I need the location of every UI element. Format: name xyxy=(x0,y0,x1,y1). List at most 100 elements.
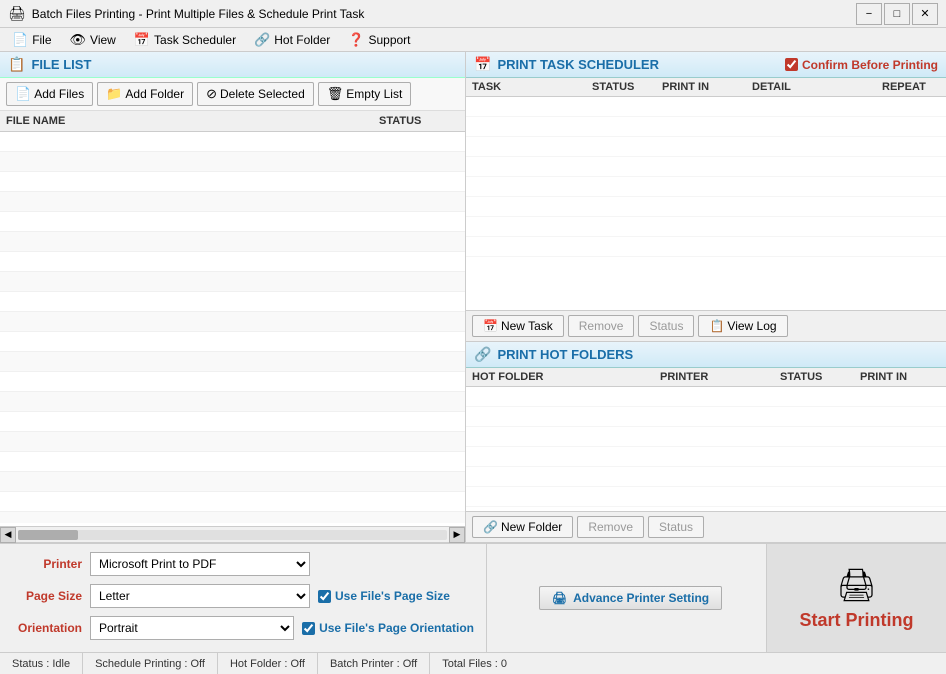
start-printing-button[interactable]: 🖨 Start Printing xyxy=(775,550,937,647)
status-bar: Status : Idle Schedule Printing : Off Ho… xyxy=(0,652,946,674)
new-folder-button[interactable]: 🔗 New Folder xyxy=(472,516,573,538)
advance-printer-setting-button[interactable]: 🖨 Advance Printer Setting xyxy=(539,586,722,610)
hot-folder-menu-icon: 🔗 xyxy=(254,32,270,48)
settings-form: Printer Microsoft Print to PDF Page Size… xyxy=(0,544,486,652)
start-print-area: 🖨 Start Printing xyxy=(766,544,946,652)
hf-status-col-header: STATUS xyxy=(780,371,860,383)
scroll-left-arrow[interactable]: ◀ xyxy=(0,527,16,543)
table-row xyxy=(466,157,946,177)
repeat-col-header: REPEAT xyxy=(882,81,940,93)
table-row xyxy=(0,272,465,292)
table-row xyxy=(0,472,465,492)
delete-selected-label: Delete Selected xyxy=(220,87,305,101)
window-controls: − □ ✕ xyxy=(856,3,938,25)
hf-print-in-col-header: PRINT IN xyxy=(860,371,940,383)
add-files-label: Add Files xyxy=(34,87,84,101)
advance-printer-icon: 🖨 xyxy=(552,591,567,605)
add-files-button[interactable]: 📄 Add Files xyxy=(6,82,93,106)
close-button[interactable]: ✕ xyxy=(912,3,938,25)
printer-row: Printer Microsoft Print to PDF xyxy=(12,552,474,576)
hot-folder-status: Hot Folder : Off xyxy=(218,653,318,674)
page-size-select[interactable]: Letter xyxy=(90,584,310,608)
menu-view[interactable]: 👁 View xyxy=(62,30,124,50)
advance-printer-label: Advance Printer Setting xyxy=(573,591,709,605)
confirm-label: Confirm Before Printing xyxy=(802,58,938,72)
scrollbar-track[interactable] xyxy=(18,530,447,540)
scheduler-panel: 📅 PRINT TASK SCHEDULER Confirm Before Pr… xyxy=(466,52,946,342)
status-task-button[interactable]: Status xyxy=(638,315,694,337)
scheduler-title: PRINT TASK SCHEDULER xyxy=(497,57,659,72)
status-folder-button[interactable]: Status xyxy=(648,516,704,538)
start-print-icon: 🖨 xyxy=(836,566,877,604)
printer-select[interactable]: Microsoft Print to PDF xyxy=(90,552,310,576)
empty-list-button[interactable]: 🗑 Empty List xyxy=(318,82,412,106)
horizontal-scrollbar[interactable]: ◀ ▶ xyxy=(0,526,465,542)
table-row xyxy=(0,132,465,152)
file-menu-icon: 📄 xyxy=(12,32,28,48)
add-folder-icon: 📁 xyxy=(106,86,122,102)
hot-folder-col-header: HOT FOLDER xyxy=(472,371,660,383)
table-row xyxy=(466,467,946,487)
add-folder-label: Add Folder xyxy=(125,87,184,101)
new-task-label: New Task xyxy=(501,319,553,333)
menu-hot-folder[interactable]: 🔗 Hot Folder xyxy=(246,30,338,50)
remove-task-button[interactable]: Remove xyxy=(568,315,635,337)
table-row xyxy=(0,352,465,372)
minimize-button[interactable]: − xyxy=(856,3,882,25)
menu-bar: 📄 File 👁 View 📅 Task Scheduler 🔗 Hot Fol… xyxy=(0,28,946,52)
scheduler-header: 📅 PRINT TASK SCHEDULER Confirm Before Pr… xyxy=(466,52,946,78)
printer-col-header: PRINTER xyxy=(660,371,780,383)
status-header: STATUS xyxy=(379,115,459,127)
table-row xyxy=(0,292,465,312)
new-task-button[interactable]: 📅 New Task xyxy=(472,315,564,337)
window-title: Batch Files Printing - Print Multiple Fi… xyxy=(32,7,856,21)
use-file-orientation-checkbox[interactable] xyxy=(302,622,315,635)
file-list-toolbar: 📄 Add Files 📁 Add Folder ⊘ Delete Select… xyxy=(0,78,465,111)
menu-task-scheduler[interactable]: 📅 Task Scheduler xyxy=(126,30,244,50)
scheduler-status-col-header: STATUS xyxy=(592,81,662,93)
table-row xyxy=(0,332,465,352)
advance-section: 🖨 Advance Printer Setting xyxy=(486,544,766,652)
use-file-orientation-label: Use File's Page Orientation xyxy=(319,621,474,635)
remove-task-label: Remove xyxy=(579,319,624,333)
table-row xyxy=(466,217,946,237)
table-row xyxy=(466,407,946,427)
file-list-panel: 📋 FILE LIST 📄 Add Files 📁 Add Folder ⊘ D… xyxy=(0,52,466,542)
view-menu-label: View xyxy=(90,33,116,47)
status-task-label: Status xyxy=(649,319,683,333)
table-row xyxy=(466,137,946,157)
file-list-container: FILE NAME STATUS xyxy=(0,111,465,526)
menu-file[interactable]: 📄 File xyxy=(4,30,60,50)
menu-support[interactable]: ❓ Support xyxy=(340,30,418,50)
detail-col-header: DETAIL xyxy=(752,81,882,93)
table-row xyxy=(466,487,946,507)
add-folder-button[interactable]: 📁 Add Folder xyxy=(97,82,193,106)
main-area: 📋 FILE LIST 📄 Add Files 📁 Add Folder ⊘ D… xyxy=(0,52,946,542)
maximize-button[interactable]: □ xyxy=(884,3,910,25)
use-file-orientation-group: Use File's Page Orientation xyxy=(302,621,474,635)
file-list-icon: 📋 xyxy=(8,56,25,73)
use-file-page-size-checkbox[interactable] xyxy=(318,590,331,603)
file-list-column-headers: FILE NAME STATUS xyxy=(0,111,465,132)
orientation-row: Orientation Portrait Use File's Page Ori… xyxy=(12,616,474,640)
delete-selected-button[interactable]: ⊘ Delete Selected xyxy=(197,82,314,106)
scroll-right-arrow[interactable]: ▶ xyxy=(449,527,465,543)
orientation-select[interactable]: Portrait xyxy=(90,616,294,640)
table-row xyxy=(0,212,465,232)
page-size-row: Page Size Letter Use File's Page Size xyxy=(12,584,474,608)
batch-printer-status: Batch Printer : Off xyxy=(318,653,430,674)
task-scheduler-icon: 📅 xyxy=(134,32,150,48)
scrollbar-thumb[interactable] xyxy=(18,530,78,540)
remove-folder-button[interactable]: Remove xyxy=(577,516,644,538)
start-print-label: Start Printing xyxy=(799,610,913,631)
view-log-button[interactable]: 📋 View Log xyxy=(698,315,787,337)
table-row xyxy=(466,117,946,137)
view-log-icon: 📋 xyxy=(709,319,724,333)
table-row xyxy=(0,192,465,212)
table-row xyxy=(466,427,946,447)
hot-folder-icon: 🔗 xyxy=(474,346,491,363)
confirm-before-printing-checkbox[interactable] xyxy=(785,58,798,71)
table-row xyxy=(0,492,465,512)
table-row xyxy=(0,512,465,523)
title-bar: 🖨 Batch Files Printing - Print Multiple … xyxy=(0,0,946,28)
